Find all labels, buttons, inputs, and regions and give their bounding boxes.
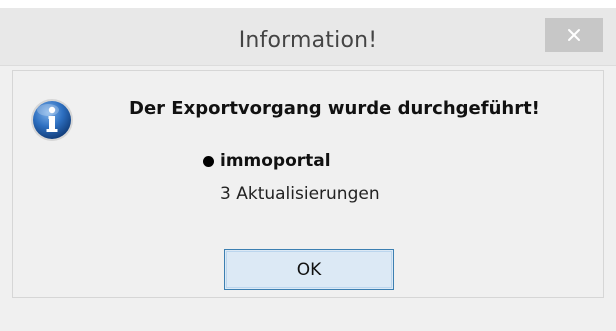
- bullet-icon: [203, 155, 214, 167]
- export-message: Der Exportvorgang wurde durchgeführt!: [129, 98, 540, 119]
- info-icon: [31, 99, 73, 141]
- dialog-window: Information! Der Exportvorgang wurde dur…: [0, 0, 616, 331]
- portal-list-item: immoportal: [203, 151, 331, 171]
- close-icon: [568, 29, 580, 41]
- update-count: 3 Aktualisierungen: [220, 184, 380, 204]
- ok-label: OK: [296, 259, 322, 280]
- close-button[interactable]: [545, 18, 603, 52]
- portal-name: immoportal: [220, 151, 331, 171]
- title-bar[interactable]: Information!: [0, 8, 616, 66]
- window-top-edge: [0, 0, 616, 8]
- ok-button[interactable]: OK: [224, 249, 394, 290]
- dialog-title: Information!: [238, 28, 378, 53]
